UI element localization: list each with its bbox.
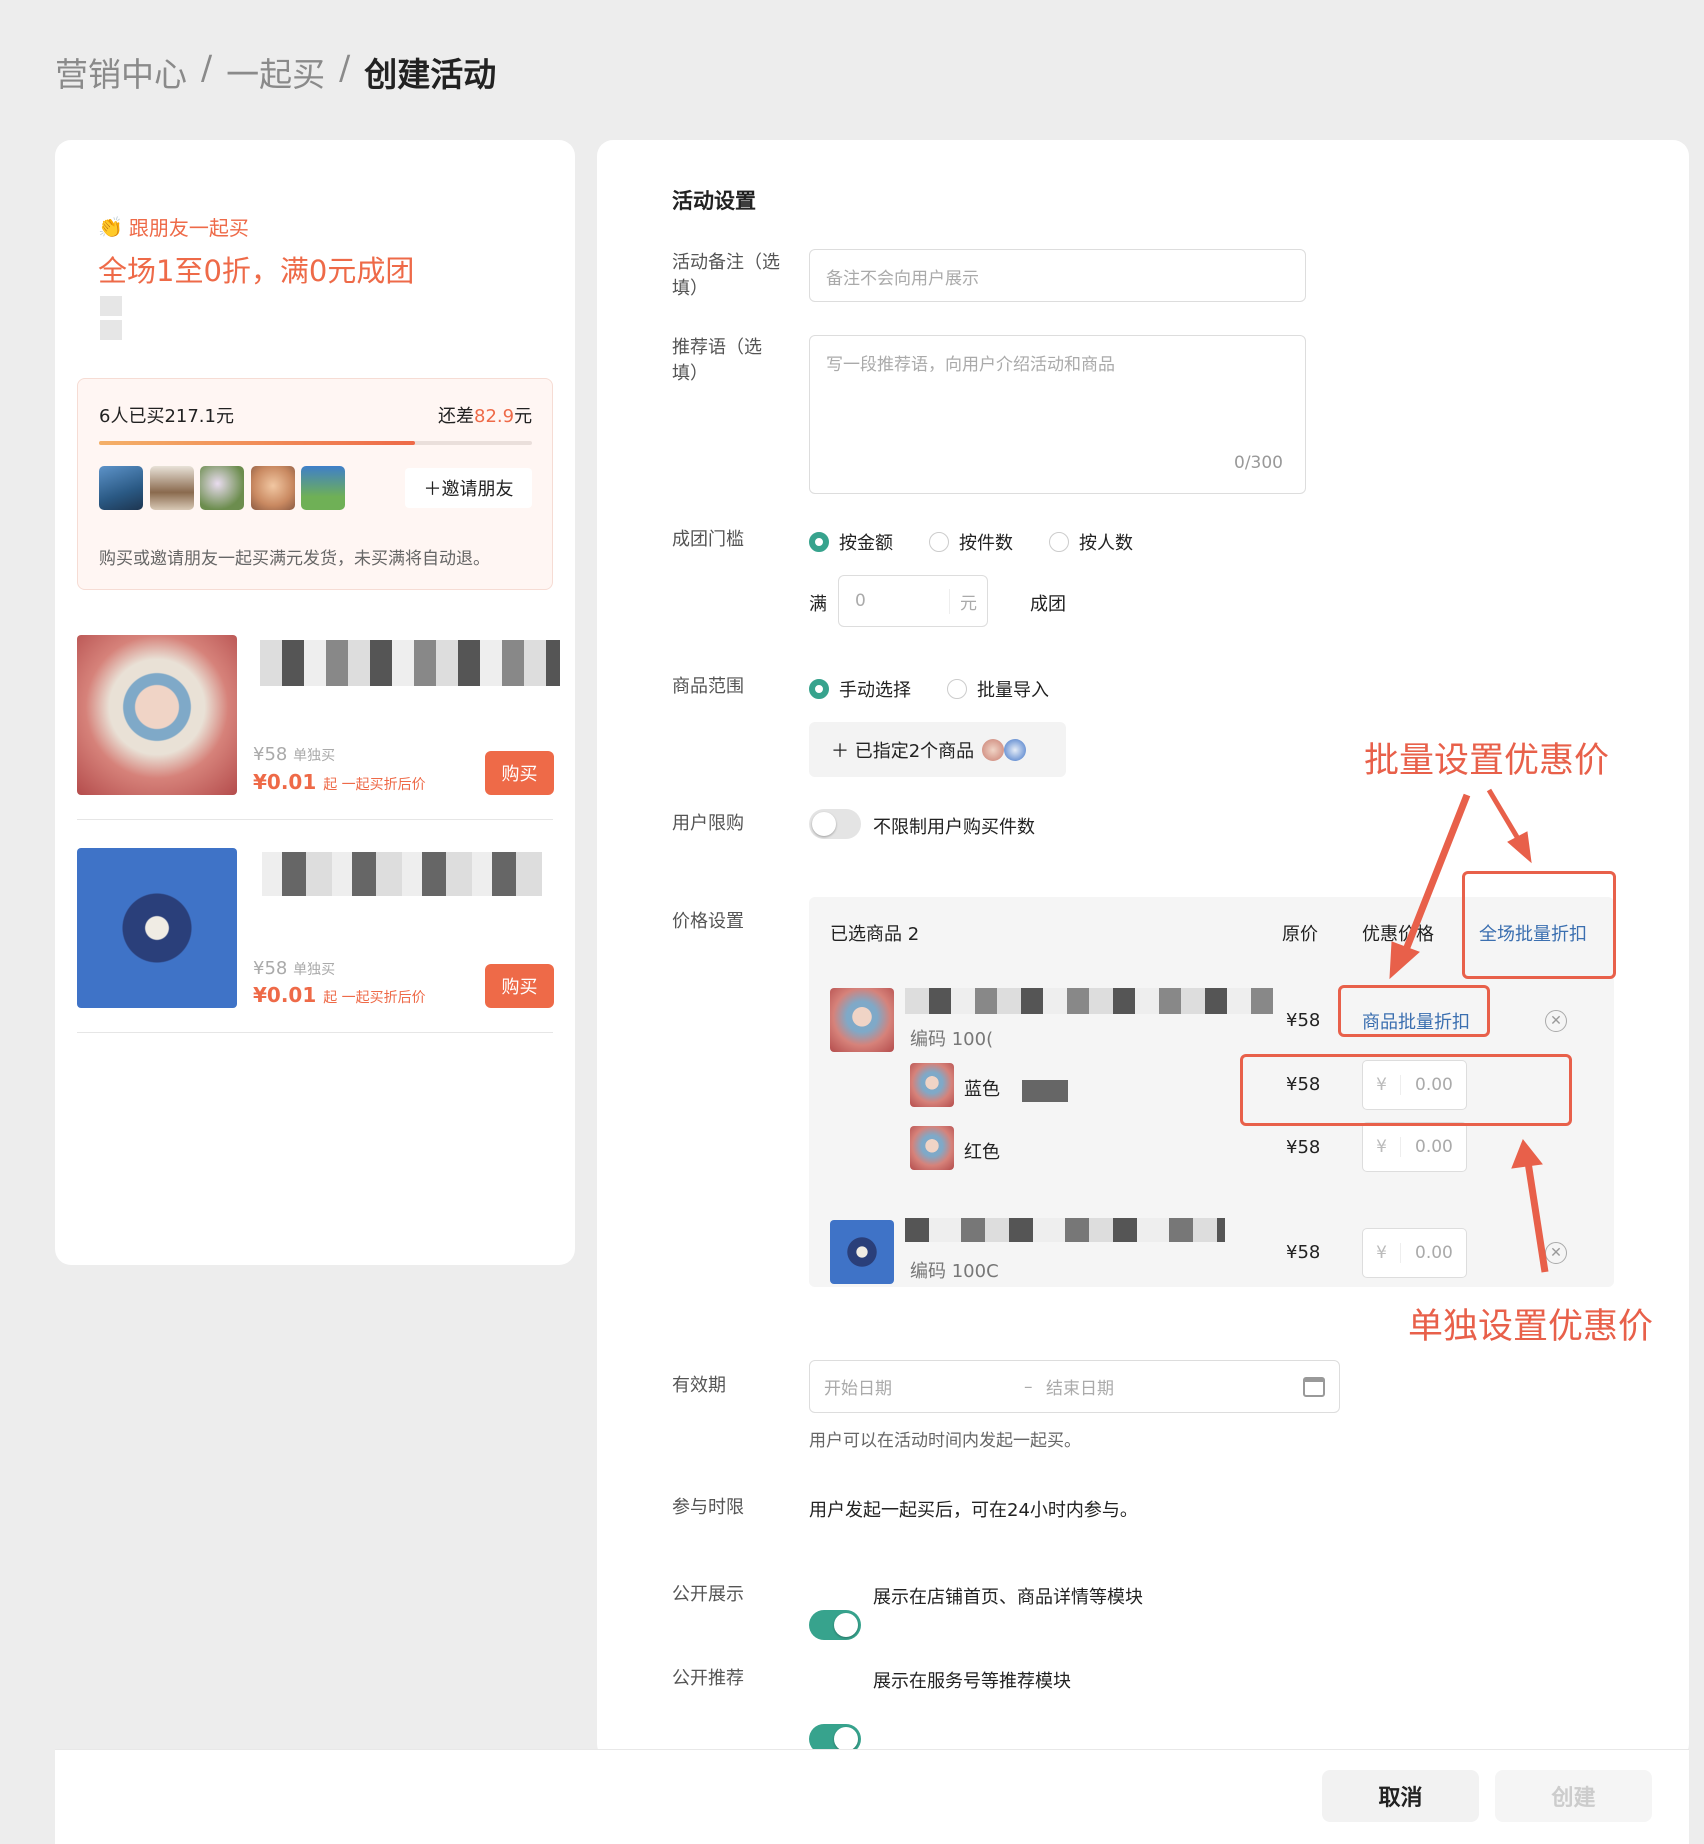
toggle-knob [834, 1613, 858, 1637]
public-rec-text: 展示在服务号等推荐模块 [873, 1671, 1071, 1692]
join-text: 用户发起一起买后，可在24小时内参与。 [809, 1500, 1138, 1521]
date-range-input[interactable]: 开始日期 – 结束日期 [809, 1360, 1340, 1413]
public-show-text: 展示在店铺首页、商品详情等模块 [873, 1587, 1143, 1608]
arrow-head [1511, 1139, 1543, 1169]
arrow-line [1524, 1161, 1549, 1273]
date-separator: – [1024, 1376, 1033, 1397]
join-label: 参与时限 [672, 1497, 744, 1518]
arrow-line [1486, 788, 1523, 844]
create-button[interactable]: 创建 [1495, 1770, 1652, 1822]
toggle-knob [834, 1727, 858, 1751]
arrow-head [1389, 941, 1420, 980]
arrow-line [1398, 793, 1471, 962]
arrow-head [1507, 831, 1532, 864]
validity-hint: 用户可以在活动时间内发起一起买。 [809, 1431, 1081, 1451]
public-show-toggle[interactable] [809, 1610, 861, 1640]
start-date-placeholder: 开始日期 [824, 1379, 892, 1399]
cancel-button[interactable]: 取消 [1322, 1770, 1479, 1822]
annotation-arrows [1389, 788, 1549, 1273]
calendar-icon[interactable] [1303, 1376, 1325, 1397]
public-show-label: 公开展示 [672, 1584, 744, 1605]
end-date-placeholder: 结束日期 [1046, 1379, 1114, 1399]
validity-label: 有效期 [672, 1375, 726, 1396]
public-rec-label: 公开推荐 [672, 1668, 744, 1689]
